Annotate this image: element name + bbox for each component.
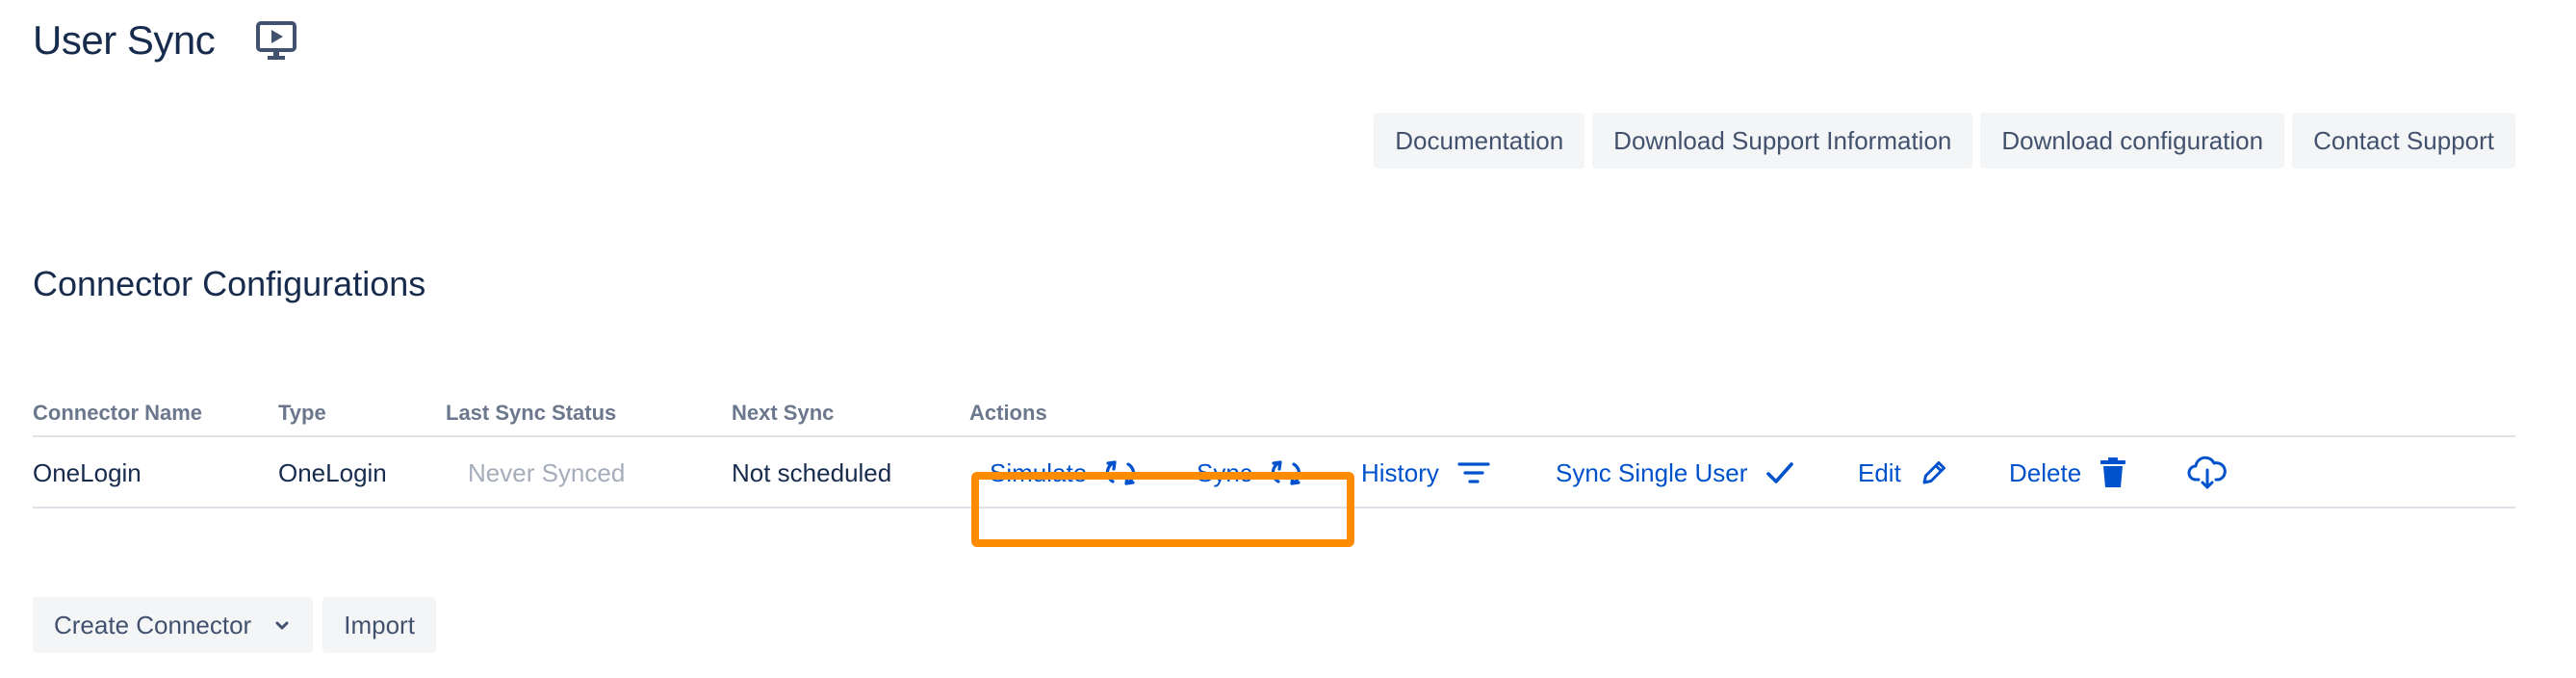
column-header-actions: Actions bbox=[969, 401, 1047, 425]
connector-table: Connector Name Type Last Sync Status Nex… bbox=[33, 395, 2515, 547]
sync-label: Sync bbox=[1197, 457, 1252, 487]
history-label: History bbox=[1361, 457, 1439, 487]
refresh-icon bbox=[1104, 456, 1137, 489]
simulate-label: Simulate bbox=[990, 457, 1088, 487]
download-configuration-button[interactable]: Download configuration bbox=[1980, 113, 2285, 169]
column-header-last-sync-status: Last Sync Status bbox=[446, 401, 617, 425]
column-header-next-sync: Next Sync bbox=[732, 401, 835, 425]
filter-icon bbox=[1456, 458, 1491, 487]
sync-action[interactable]: Sync bbox=[1197, 437, 1302, 508]
column-header-connector-name: Connector Name bbox=[33, 401, 203, 425]
create-connector-label: Create Connector bbox=[54, 610, 252, 639]
delete-label: Delete bbox=[2009, 457, 2082, 487]
history-action[interactable]: History bbox=[1361, 437, 1491, 508]
contact-support-button[interactable]: Contact Support bbox=[2292, 113, 2515, 169]
download-action[interactable] bbox=[2187, 437, 2228, 508]
sync-single-user-action[interactable]: Sync Single User bbox=[1556, 437, 1795, 508]
chevron-down-icon bbox=[272, 611, 292, 640]
header-toolbar: Documentation Download Support Informati… bbox=[1374, 113, 2515, 169]
presentation-play-icon[interactable] bbox=[255, 19, 297, 62]
cell-connector-name: OneLogin bbox=[33, 457, 142, 487]
page-title: User Sync bbox=[33, 17, 216, 63]
checkmark-icon bbox=[1765, 458, 1795, 487]
documentation-button[interactable]: Documentation bbox=[1374, 113, 1585, 169]
cell-last-sync-status: Never Synced bbox=[468, 457, 626, 487]
cell-type: OneLogin bbox=[278, 457, 387, 487]
cell-next-sync: Not scheduled bbox=[732, 457, 892, 487]
bottom-actions: Create Connector Import bbox=[33, 597, 436, 653]
simulate-action[interactable]: Simulate bbox=[990, 437, 1137, 508]
trash-icon bbox=[2099, 456, 2127, 489]
page-header: User Sync bbox=[33, 17, 297, 64]
pencil-icon bbox=[1919, 457, 1949, 488]
column-header-type: Type bbox=[278, 401, 326, 425]
cloud-download-icon bbox=[2187, 456, 2228, 490]
edit-action[interactable]: Edit bbox=[1858, 437, 1949, 508]
section-title: Connector Configurations bbox=[33, 264, 426, 303]
create-connector-button[interactable]: Create Connector bbox=[33, 597, 314, 653]
table-header: Connector Name Type Last Sync Status Nex… bbox=[33, 395, 2515, 437]
import-button[interactable]: Import bbox=[322, 597, 436, 653]
table-row: OneLogin OneLogin Never Synced Not sched… bbox=[33, 437, 2515, 547]
edit-label: Edit bbox=[1858, 457, 1901, 487]
sync-single-user-label: Sync Single User bbox=[1556, 457, 1748, 487]
delete-action[interactable]: Delete bbox=[2009, 437, 2127, 508]
download-support-information-button[interactable]: Download Support Information bbox=[1592, 113, 1973, 169]
refresh-icon bbox=[1270, 456, 1302, 489]
